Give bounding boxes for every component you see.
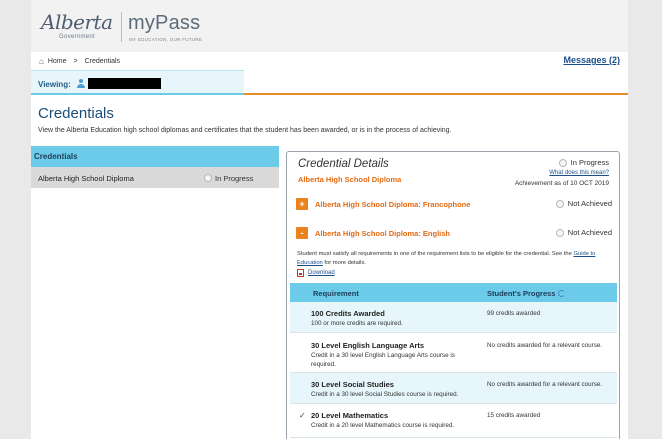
- progress-column-header-label: Student's Progress: [487, 289, 556, 298]
- credential-details-name: Alberta High School Diploma: [298, 175, 402, 184]
- page-description: View the Alberta Education high school d…: [38, 127, 452, 134]
- collapse-button[interactable]: -: [296, 227, 308, 239]
- credential-list-item[interactable]: Alberta High School Diploma In Progress: [31, 167, 279, 188]
- logo-divider: [121, 12, 122, 42]
- requirement-title: 30 Level Social Studies: [311, 380, 394, 389]
- viewing-rule-orange: [244, 93, 628, 95]
- site-header: Alberta Government myPass MY EDUCATION, …: [31, 0, 628, 52]
- page-frame: Alberta Government myPass MY EDUCATION, …: [31, 0, 628, 439]
- download-link[interactable]: Download: [297, 269, 335, 277]
- requirement-note-text: Student must satisfy all requirements in…: [297, 251, 574, 257]
- requirement-description: Credit in a 30 level English Language Ar…: [311, 352, 455, 368]
- home-icon[interactable]: ⌂: [39, 57, 44, 66]
- sub-credential-status-label: Not Achieved: [567, 199, 612, 208]
- achievement-date: Achievement as of 10 OCT 2019: [514, 180, 609, 187]
- table-row: 30 Level Social Studies Credit in a 30 l…: [290, 373, 617, 404]
- loading-icon: [558, 290, 566, 297]
- progress-column-header: Student's Progress: [487, 289, 566, 298]
- viewing-bar: Viewing:: [31, 70, 628, 95]
- credential-details-title: Credential Details: [298, 158, 389, 170]
- status-radio-icon: [204, 174, 212, 182]
- requirement-note-suffix: for more details.: [322, 260, 366, 266]
- requirement-progress: No credits awarded for a relevant course…: [487, 342, 603, 349]
- viewing-rule-blue: [31, 93, 244, 95]
- pdf-icon: [297, 269, 304, 277]
- requirement-description: Credit in a 30 level Social Studies cour…: [311, 391, 459, 398]
- requirements-table-header: Requirement Student's Progress: [290, 283, 617, 302]
- alberta-logo[interactable]: Alberta: [41, 10, 113, 34]
- requirement-description: Credit in a 20 level Mathematics course …: [311, 422, 455, 429]
- download-label: Download: [308, 270, 335, 276]
- credentials-list-panel: Credentials Alberta High School Diploma …: [31, 146, 279, 188]
- status-radio-icon: [555, 199, 564, 208]
- breadcrumb-current: Credentials: [84, 58, 121, 65]
- breadcrumb-home-link[interactable]: Home: [48, 58, 67, 65]
- page-title: Credentials: [38, 105, 114, 122]
- sub-credential-row: + Alberta High School Diploma: Francopho…: [296, 198, 612, 212]
- credential-status: In Progress: [558, 158, 609, 167]
- requirement-title: 20 Level Mathematics: [311, 411, 389, 420]
- credentials-list-heading: Credentials: [31, 146, 279, 167]
- viewing-label: Viewing:: [38, 80, 71, 89]
- what-does-this-mean-link[interactable]: What does this mean?: [549, 170, 609, 176]
- requirement-title: 30 Level English Language Arts: [311, 341, 425, 350]
- requirement-note: Student must satisfy all requirements in…: [297, 250, 615, 268]
- requirement-progress: 15 credits awarded: [487, 412, 541, 419]
- requirement-column-header: Requirement: [313, 289, 359, 298]
- credential-list-item-status: In Progress: [215, 174, 254, 183]
- check-icon: ✓: [299, 411, 306, 420]
- sub-credential-status: Not Achieved: [555, 199, 612, 208]
- breadcrumb-separator: >: [73, 58, 78, 65]
- table-row: 100 Credits Awarded 100 or more credits …: [290, 302, 617, 333]
- table-row: 30 Level English Language Arts Credit in…: [290, 333, 617, 373]
- sub-credential-status-label: Not Achieved: [567, 228, 612, 237]
- mypass-tagline: MY EDUCATION, OUR FUTURE: [129, 37, 203, 42]
- person-icon: [77, 79, 85, 88]
- viewing-panel: Viewing:: [31, 70, 244, 94]
- status-radio-icon: [555, 228, 564, 237]
- alberta-logo-government: Government: [59, 34, 96, 40]
- sub-credential-row: - Alberta High School Diploma: English N…: [296, 227, 612, 241]
- messages-link[interactable]: Messages (2): [563, 55, 620, 65]
- sub-credential-status: Not Achieved: [555, 228, 612, 237]
- mypass-logo[interactable]: myPass: [128, 12, 200, 35]
- requirement-description: 100 or more credits are required.: [311, 320, 403, 327]
- status-radio-icon: [558, 158, 567, 167]
- requirement-title: 100 Credits Awarded: [311, 309, 385, 318]
- credential-details-panel: Credential Details Alberta High School D…: [286, 151, 620, 439]
- requirements-table: Requirement Student's Progress 100 Credi…: [290, 283, 617, 438]
- student-name-redacted[interactable]: [88, 78, 161, 89]
- sub-credential-name[interactable]: Alberta High School Diploma: Francophone: [315, 200, 470, 209]
- requirement-progress: 99 credits awarded: [487, 310, 541, 317]
- requirement-progress: No credits awarded for a relevant course…: [487, 381, 603, 388]
- sub-credential-name[interactable]: Alberta High School Diploma: English: [315, 229, 450, 238]
- breadcrumb: ⌂ Home > Credentials: [39, 57, 120, 66]
- expand-button[interactable]: +: [296, 198, 308, 210]
- credential-status-label: In Progress: [570, 158, 609, 167]
- table-row: ✓ 20 Level Mathematics Credit in a 20 le…: [290, 404, 617, 438]
- credential-list-item-name: Alberta High School Diploma: [38, 174, 134, 183]
